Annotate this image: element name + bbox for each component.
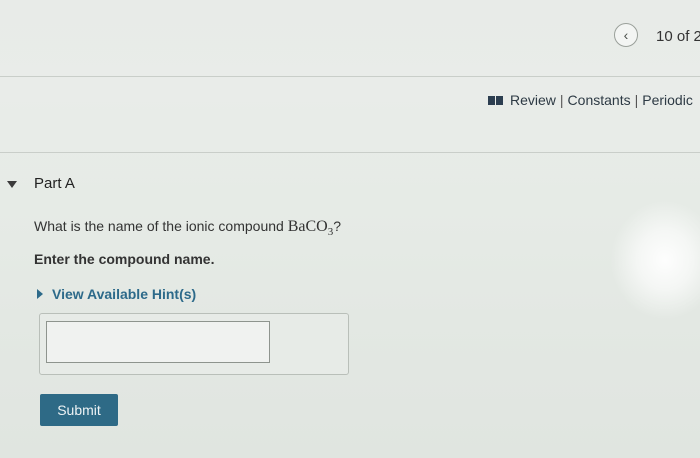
screen-glare — [610, 200, 700, 320]
periodic-table-link[interactable]: Periodic — [642, 92, 693, 108]
chevron-left-icon: ‹ — [623, 27, 629, 43]
link-separator: | — [634, 92, 639, 108]
question-suffix: ? — [333, 218, 341, 234]
triangle-right-icon — [37, 289, 43, 299]
previous-button[interactable]: ‹ — [614, 23, 638, 47]
resource-links: Review | Constants | Periodic — [488, 92, 693, 108]
answer-input[interactable] — [46, 321, 270, 363]
collapse-triangle-icon[interactable] — [7, 181, 17, 188]
instruction-text: Enter the compound name. — [34, 251, 215, 267]
question-counter: 10 of 2 — [656, 28, 700, 45]
part-title[interactable]: Part A — [34, 175, 75, 192]
section-divider — [0, 152, 700, 153]
submit-button[interactable]: Submit — [40, 394, 118, 426]
question-text: What is the name of the ionic compound B… — [34, 218, 341, 238]
compound-formula: BaCO3 — [287, 218, 334, 239]
book-icon — [488, 95, 504, 105]
top-divider — [0, 76, 700, 77]
view-hints-toggle[interactable]: View Available Hint(s) — [37, 286, 196, 302]
hint-label[interactable]: View Available Hint(s) — [52, 286, 196, 302]
question-prefix: What is the name of the ionic compound — [34, 218, 288, 234]
constants-link[interactable]: Constants — [568, 92, 631, 108]
link-separator: | — [559, 92, 564, 108]
review-link[interactable]: Review — [510, 92, 556, 108]
